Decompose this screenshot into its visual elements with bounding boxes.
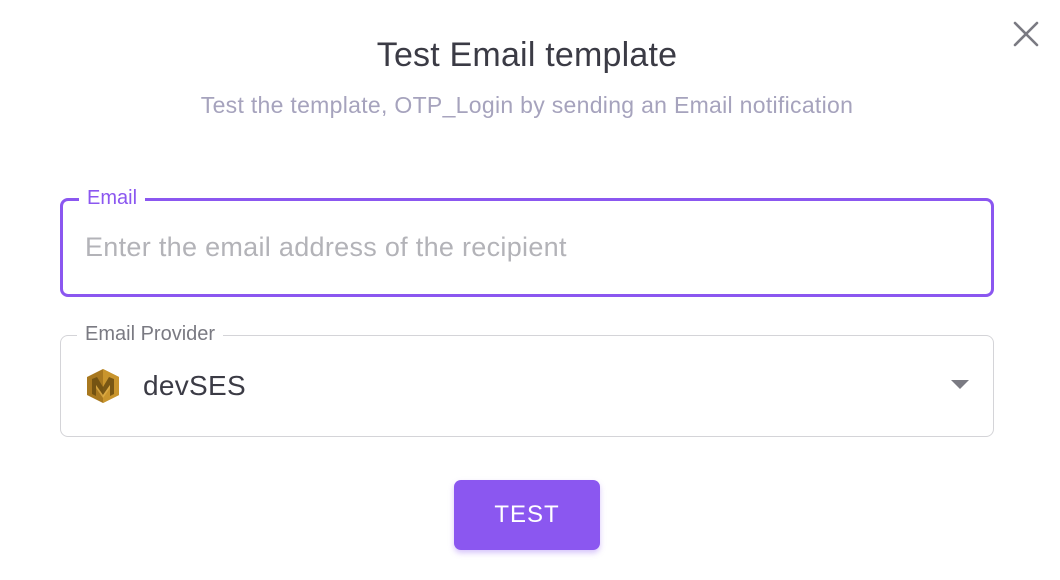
test-button[interactable]: TEST <box>454 480 600 550</box>
email-provider-select[interactable]: Email Provider devSES <box>60 324 994 437</box>
provider-selected-option[interactable]: devSES <box>85 366 246 406</box>
dialog-subtitle: Test the template, OTP_Login by sending … <box>200 92 854 118</box>
provider-selected-value: devSES <box>143 370 246 401</box>
email-input[interactable] <box>85 225 965 269</box>
email-provider-label: Email Provider <box>77 324 224 344</box>
aws-ses-icon <box>85 368 121 404</box>
email-field-label: Email <box>79 188 146 208</box>
test-email-dialog: Test Email template Test the template, O… <box>0 0 1060 580</box>
dialog-title: Test Email template <box>376 36 678 74</box>
caret-down-icon[interactable] <box>951 380 969 389</box>
email-field[interactable]: Email <box>60 188 994 297</box>
